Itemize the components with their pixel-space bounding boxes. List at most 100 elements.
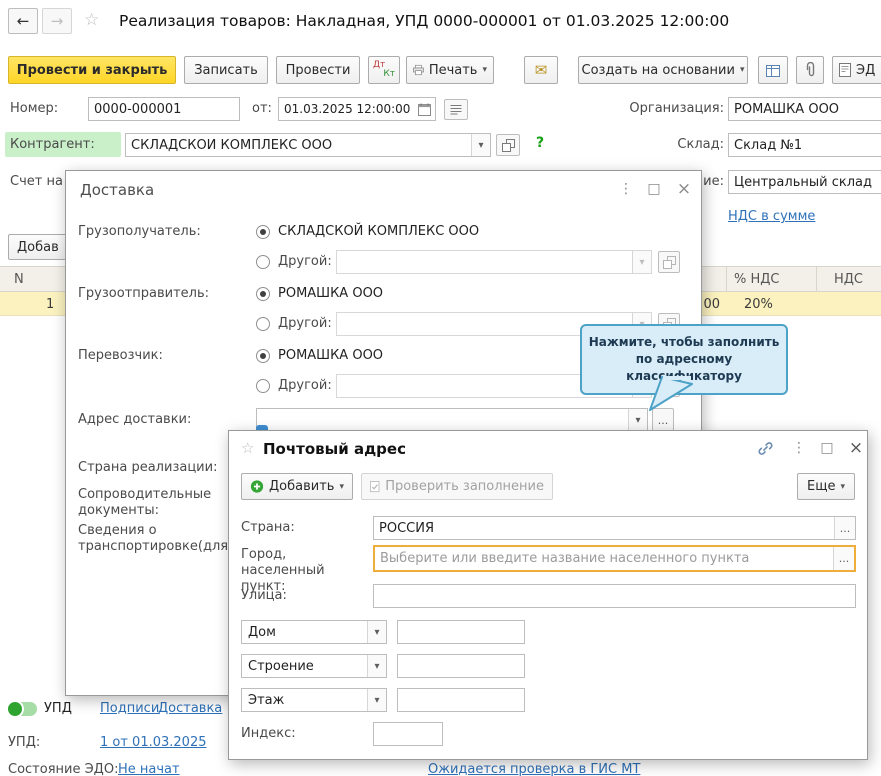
shipper-same-radio[interactable] (256, 287, 270, 301)
add-button[interactable]: Добавить ▾ (241, 473, 353, 500)
house-number-field[interactable] (397, 620, 525, 644)
maximize-icon[interactable]: □ (644, 181, 664, 197)
date-field[interactable] (278, 97, 436, 121)
country-input[interactable] (374, 521, 834, 536)
shipper-other-radio[interactable] (256, 317, 270, 331)
organization-input[interactable] (729, 102, 881, 117)
postcode-field[interactable] (373, 722, 443, 746)
favorite-star-icon[interactable]: ☆ (84, 10, 99, 30)
house-number-input[interactable] (398, 625, 524, 640)
city-classifier-button[interactable]: ... (833, 547, 854, 570)
contractor-dropdown-button[interactable]: ▾ (471, 134, 490, 156)
delivery-link[interactable]: Доставка (158, 701, 222, 716)
related-documents-button[interactable] (758, 56, 788, 84)
warehouse-field[interactable] (728, 133, 881, 157)
forward-icon: → (51, 12, 64, 30)
gis-mt-link[interactable]: Ожидается проверка в ГИС МТ (428, 762, 640, 776)
check-fill-button[interactable]: Проверить заполнение (361, 473, 553, 500)
vat-mode-link[interactable]: НДС в сумме (728, 209, 815, 224)
consignee-same-radio[interactable] (256, 225, 270, 239)
add-plus-icon (250, 479, 264, 494)
contractor-input[interactable] (126, 138, 471, 153)
dt-kt-button[interactable]: Дт Кт (368, 56, 400, 84)
carrier-other-label: Другой: (278, 378, 332, 393)
floor-type-dropdown-button[interactable]: ▾ (367, 689, 386, 711)
calendar-icon[interactable] (418, 103, 435, 116)
delivery-address-label: Адрес доставки: (78, 412, 191, 427)
organization-label: Организация: (600, 101, 724, 116)
consignee-other-label: Другой: (278, 254, 332, 269)
column-header-vat[interactable]: НДС (834, 272, 863, 287)
delivery-address-input[interactable] (257, 413, 628, 428)
building-type-value: Строение (242, 659, 367, 674)
upd-toggle[interactable] (7, 702, 37, 716)
edo-button[interactable]: ЭД (832, 56, 881, 84)
warehouse-input[interactable] (729, 138, 881, 153)
send-email-button[interactable]: ✉ (524, 56, 558, 84)
postcode-input[interactable] (374, 727, 442, 742)
column-header-n[interactable]: N (14, 272, 24, 287)
column-header-vat-percent[interactable]: % НДС (734, 272, 780, 287)
number-field[interactable] (88, 97, 240, 121)
building-number-input[interactable] (398, 659, 524, 674)
building-number-field[interactable] (397, 654, 525, 678)
consignee-other-field[interactable]: ▾ (336, 250, 652, 274)
consignee-other-input[interactable] (337, 255, 632, 270)
add-row-button[interactable]: Добав (8, 234, 72, 260)
building-type-select[interactable]: Строение ▾ (241, 654, 387, 678)
country-select-button[interactable]: ... (834, 517, 855, 539)
department-field[interactable] (728, 170, 881, 194)
delivery-address-field[interactable]: ▾ (256, 408, 648, 432)
contractor-open-button[interactable] (496, 134, 520, 156)
window-title: Реализация товаров: Накладная, УПД 0000-… (119, 12, 729, 30)
attachments-button[interactable] (796, 56, 824, 84)
more-button[interactable]: Еще ▾ (797, 473, 855, 500)
forward-button[interactable]: → (42, 8, 72, 34)
help-icon[interactable]: ? (536, 135, 544, 151)
favorite-star-icon[interactable]: ☆ (241, 439, 254, 457)
city-field[interactable]: ... (373, 545, 856, 572)
print-button[interactable]: Печать ▾ (406, 56, 494, 84)
street-field[interactable] (373, 584, 856, 608)
show-register-button[interactable] (444, 99, 468, 120)
menu-dots-icon[interactable]: ⋮ (616, 181, 636, 197)
post-button[interactable]: Провести (276, 56, 360, 84)
close-icon[interactable]: × (674, 179, 694, 199)
carrier-other-radio[interactable] (256, 379, 270, 393)
post-and-close-button[interactable]: Провести и закрыть (8, 56, 176, 84)
floor-number-field[interactable] (397, 688, 525, 712)
chevron-down-icon: ▾ (635, 415, 640, 426)
country-field[interactable]: ... (373, 516, 856, 540)
city-input[interactable] (375, 551, 833, 566)
paperclip-icon (804, 62, 817, 78)
building-type-dropdown-button[interactable]: ▾ (367, 655, 386, 677)
create-based-on-button[interactable]: Создать на основании ▾ (578, 56, 748, 84)
maximize-icon[interactable]: □ (817, 440, 837, 456)
edo-state-link[interactable]: Не начат (118, 762, 180, 776)
shipper-value: РОМАШКА ООО (278, 286, 383, 301)
close-icon[interactable]: × (846, 438, 866, 458)
contractor-field[interactable]: ▾ (125, 133, 491, 157)
consignee-other-open-button[interactable] (658, 251, 680, 273)
chevron-down-icon: ▾ (482, 65, 487, 75)
menu-dots-icon[interactable]: ⋮ (789, 440, 809, 456)
house-type-select[interactable]: Дом ▾ (241, 620, 387, 644)
floor-number-input[interactable] (398, 693, 524, 708)
back-button[interactable]: ← (8, 8, 38, 34)
consignee-other-radio[interactable] (256, 255, 270, 269)
street-input[interactable] (374, 589, 855, 604)
get-link-icon[interactable] (757, 440, 774, 461)
write-button[interactable]: Записать (184, 56, 268, 84)
signatures-link[interactable]: Подписи (100, 701, 159, 716)
chevron-down-icon: ▾ (740, 65, 745, 75)
house-type-dropdown-button[interactable]: ▾ (367, 621, 386, 643)
number-input[interactable] (89, 102, 239, 117)
upd-doc-link[interactable]: 1 от 01.03.2025 (100, 735, 207, 750)
consignee-other-dropdown-button[interactable]: ▾ (632, 251, 651, 273)
department-input[interactable] (729, 175, 881, 190)
organization-field[interactable] (728, 97, 881, 121)
register-list-icon (450, 104, 462, 115)
date-input[interactable] (279, 102, 418, 116)
carrier-same-radio[interactable] (256, 349, 270, 363)
floor-type-select[interactable]: Этаж ▾ (241, 688, 387, 712)
